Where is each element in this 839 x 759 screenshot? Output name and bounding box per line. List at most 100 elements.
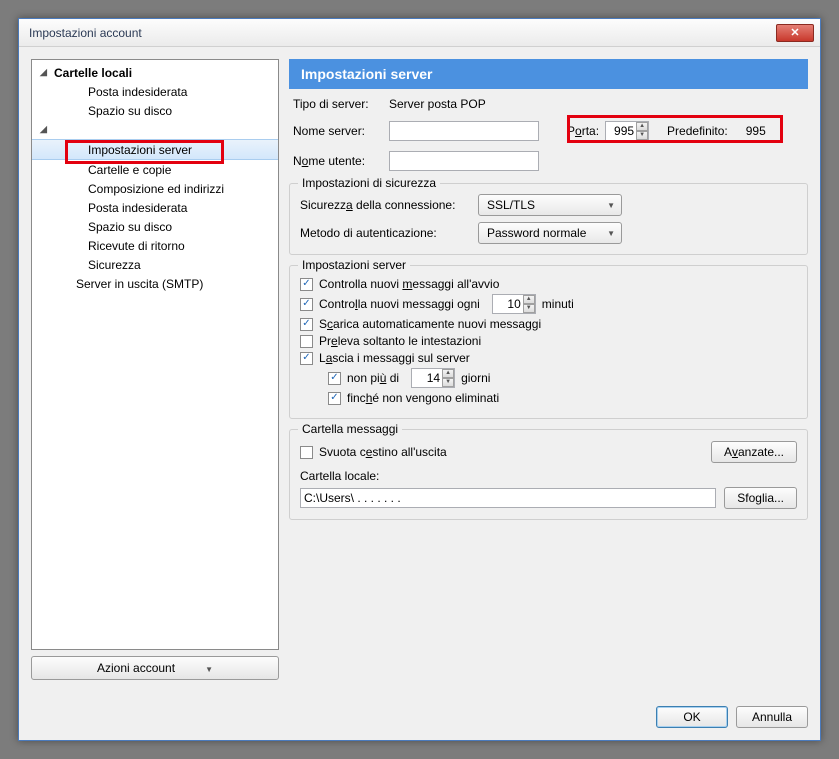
tree-item-account[interactable]: ◢ (32, 120, 278, 139)
username-label: Nome utente: (293, 154, 383, 168)
until-deleted-row: ✓ finché non vengono eliminati (328, 391, 797, 405)
server-name-row: Nome server: Porta: ▲▼ Predefinito: 995 (293, 121, 808, 141)
folder-legend: Cartella messaggi (298, 422, 402, 436)
spin-up-icon[interactable]: ▲ (523, 295, 535, 304)
chevron-down-icon: ▼ (607, 201, 615, 210)
tree-label: Posta indesiderata (88, 85, 187, 99)
tree-item-junk[interactable]: Posta indesiderata (32, 82, 278, 101)
username-input[interactable] (389, 151, 539, 171)
advanced-button[interactable]: Avanzate... (711, 441, 797, 463)
until-deleted-checkbox[interactable]: ✓ (328, 392, 341, 405)
check-interval-spinner[interactable]: ▲▼ (492, 294, 536, 314)
auth-method-value: Password normale (487, 226, 586, 240)
empty-trash-row: Svuota cestino all'uscita Avanzate... (300, 441, 797, 463)
server-name-input[interactable] (389, 121, 539, 141)
cancel-button[interactable]: Annulla (736, 706, 808, 728)
port-spinner[interactable]: ▲▼ (605, 121, 649, 141)
tree-label: Spazio su disco (88, 220, 172, 234)
main-panel: Impostazioni server Tipo di server: Serv… (289, 59, 808, 680)
spin-up-icon[interactable]: ▲ (442, 369, 454, 378)
chevron-down-icon: ▼ (205, 665, 213, 674)
tree-item-return-receipts[interactable]: Ricevute di ritorno (32, 236, 278, 255)
auth-method-label: Metodo di autenticazione: (300, 226, 472, 240)
server-type-label: Tipo di server: (293, 97, 383, 111)
tree-label: Cartelle locali (54, 66, 132, 80)
tree-item-copies-folders[interactable]: Cartelle e copie (32, 160, 278, 179)
leave-on-server-row: ✓ Lascia i messaggi sul server (300, 351, 797, 365)
server-settings-fieldset: Impostazioni server ✓ Controlla nuovi me… (289, 265, 808, 419)
server-name-label: Nome server: (293, 124, 383, 138)
port-label: Porta: (567, 124, 599, 138)
headers-only-label: Preleva soltanto le intestazioni (319, 334, 481, 348)
spin-down-icon[interactable]: ▼ (442, 378, 454, 387)
empty-trash-label: Svuota cestino all'uscita (319, 445, 447, 459)
tree-item-disk-space-2[interactable]: Spazio su disco (32, 217, 278, 236)
leave-on-server-label: Lascia i messaggi sul server (319, 351, 470, 365)
at-most-spinner[interactable]: ▲▼ (411, 368, 455, 388)
tree-label: Composizione ed indirizzi (88, 182, 224, 196)
server-type-row: Tipo di server: Server posta POP (293, 97, 808, 111)
tree-item-composition[interactable]: Composizione ed indirizzi (32, 179, 278, 198)
check-startup-checkbox[interactable]: ✓ (300, 278, 313, 291)
empty-trash-checkbox[interactable] (300, 446, 313, 459)
tree-item-junk-2[interactable]: Posta indesiderata (32, 198, 278, 217)
at-most-label: non più di (347, 371, 399, 385)
until-deleted-label: finché non vengono eliminati (347, 391, 499, 405)
spin-up-icon[interactable]: ▲ (636, 122, 648, 131)
chevron-down-icon: ▼ (607, 229, 615, 238)
spin-down-icon[interactable]: ▼ (636, 131, 648, 140)
check-interval-checkbox[interactable]: ✓ (300, 298, 313, 311)
tree-label: Cartelle e copie (88, 163, 171, 177)
tree-item-smtp[interactable]: Server in uscita (SMTP) (32, 274, 278, 293)
headers-only-checkbox[interactable] (300, 335, 313, 348)
folder-fieldset: Cartella messaggi Svuota cestino all'usc… (289, 429, 808, 520)
browse-button[interactable]: Sfoglia... (724, 487, 797, 509)
tree-item-security[interactable]: Sicurezza (32, 255, 278, 274)
check-interval-row: ✓ Controlla nuovi messaggi ogni ▲▼ minut… (300, 294, 797, 314)
server-type-value: Server posta POP (389, 97, 486, 111)
tree-item-disk-space[interactable]: Spazio su disco (32, 101, 278, 120)
tree-item-local-folders[interactable]: ◢ Cartelle locali (32, 63, 278, 82)
tree-label: Spazio su disco (88, 104, 172, 118)
local-folder-input[interactable] (300, 488, 716, 508)
tree-label: Posta indesiderata (88, 201, 187, 215)
server-settings-legend: Impostazioni server (298, 258, 410, 272)
headers-only-row: Preleva soltanto le intestazioni (300, 334, 797, 348)
auto-download-checkbox[interactable]: ✓ (300, 318, 313, 331)
close-button[interactable]: ✕ (776, 24, 814, 42)
check-startup-row: ✓ Controlla nuovi messaggi all'avvio (300, 277, 797, 291)
tree-label: Ricevute di ritorno (88, 239, 185, 253)
tree-label: Sicurezza (88, 258, 141, 272)
at-most-row: ✓ non più di ▲▼ giorni (328, 368, 797, 388)
auth-method-dropdown[interactable]: Password normale ▼ (478, 222, 622, 244)
leave-on-server-checkbox[interactable]: ✓ (300, 352, 313, 365)
at-most-checkbox[interactable]: ✓ (328, 372, 341, 385)
tree-label: Impostazioni server (88, 143, 192, 157)
close-icon: ✕ (790, 26, 799, 39)
tree-label: Server in uscita (SMTP) (76, 277, 203, 291)
dialog-button-bar: OK Annulla (656, 706, 808, 728)
auto-download-label: Scarica automaticamente nuovi messaggi (319, 317, 541, 331)
connection-security-dropdown[interactable]: SSL/TLS ▼ (478, 194, 622, 216)
account-tree[interactable]: ◢ Cartelle locali Posta indesiderata Spa… (31, 59, 279, 650)
minutes-label: minuti (542, 297, 574, 311)
panel-title: Impostazioni server (289, 59, 808, 89)
account-actions-label: Azioni account (97, 661, 175, 675)
twisty-icon: ◢ (40, 67, 50, 78)
auto-download-row: ✓ Scarica automaticamente nuovi messaggi (300, 317, 797, 331)
check-startup-label: Controlla nuovi messaggi all'avvio (319, 277, 499, 291)
check-interval-label: Controlla nuovi messaggi ogni (319, 297, 480, 311)
tree-item-server-settings[interactable]: Impostazioni server (32, 139, 278, 160)
security-fieldset: Impostazioni di sicurezza Sicurezza dell… (289, 183, 808, 255)
connection-security-value: SSL/TLS (487, 198, 535, 212)
security-legend: Impostazioni di sicurezza (298, 176, 440, 190)
account-settings-dialog: Impostazioni account ✕ ◢ Cartelle locali… (18, 18, 821, 741)
days-label: giorni (461, 371, 490, 385)
ok-button[interactable]: OK (656, 706, 728, 728)
account-actions-button[interactable]: Azioni account ▼ (31, 656, 279, 680)
window-title: Impostazioni account (29, 26, 142, 40)
default-port-value: 995 (746, 124, 766, 138)
default-port-label: Predefinito: (667, 124, 728, 138)
dialog-body: ◢ Cartelle locali Posta indesiderata Spa… (19, 47, 820, 692)
spin-down-icon[interactable]: ▼ (523, 304, 535, 313)
